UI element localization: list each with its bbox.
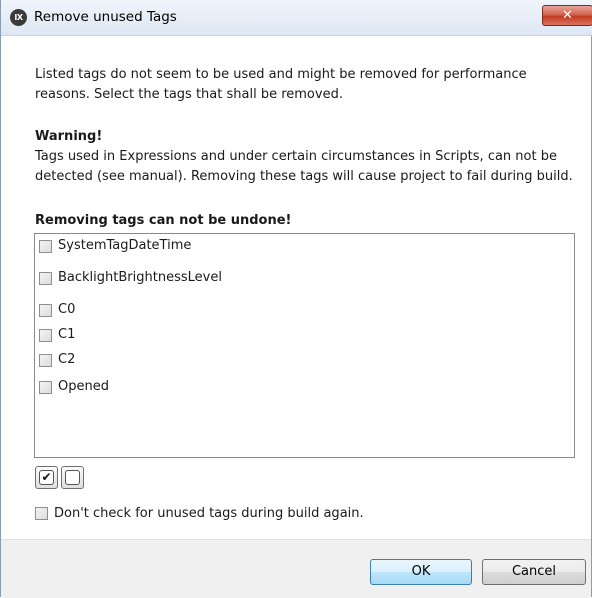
tag-checkbox[interactable] <box>39 303 52 317</box>
check-all-icon: ✔ <box>39 470 54 485</box>
remove-unused-tags-dialog: IX Remove unused Tags ✕ Listed tags do n… <box>0 0 592 598</box>
dont-check-label: Don't check for unused tags during build… <box>54 505 364 521</box>
tag-label: SystemTagDateTime <box>58 238 192 253</box>
button-bar: OK Cancel <box>1 539 591 598</box>
check-all-button[interactable]: ✔ <box>35 466 58 489</box>
warning-text: Tags used in Expressions and under certa… <box>35 149 573 184</box>
dont-check-checkbox[interactable] <box>35 506 48 520</box>
tag-checkbox[interactable] <box>39 239 52 253</box>
ok-button[interactable]: OK <box>370 559 472 585</box>
description-text: Listed tags do not seem to be used and m… <box>35 67 527 102</box>
tag-label: C1 <box>58 327 76 342</box>
list-item[interactable]: SystemTagDateTime <box>39 236 191 256</box>
tag-label: C0 <box>58 302 76 317</box>
undo-warning: Removing tags can not be undone! <box>35 213 292 228</box>
tag-label: BacklightBrightnessLevel <box>58 270 222 285</box>
tag-checkbox[interactable] <box>39 353 52 367</box>
close-button[interactable]: ✕ <box>542 5 592 26</box>
uncheck-all-icon <box>65 470 80 485</box>
warning-title: Warning! <box>35 129 103 144</box>
tag-checkbox[interactable] <box>39 328 52 342</box>
list-item[interactable]: BacklightBrightnessLevel <box>39 268 222 288</box>
list-item[interactable]: C1 <box>39 325 75 345</box>
uncheck-all-button[interactable] <box>61 466 84 489</box>
list-item[interactable]: C2 <box>39 350 75 370</box>
app-logo-icon: IX <box>10 9 27 26</box>
tag-label: Opened <box>58 379 109 394</box>
tag-checkbox[interactable] <box>39 380 52 394</box>
dont-check-option[interactable]: Don't check for unused tags during build… <box>35 503 364 523</box>
tag-list[interactable]: SystemTagDateTime BacklightBrightnessLev… <box>34 233 575 458</box>
cancel-button[interactable]: Cancel <box>482 559 586 585</box>
window-title: Remove unused Tags <box>34 9 177 25</box>
title-bar[interactable]: IX Remove unused Tags ✕ <box>1 0 592 36</box>
tag-checkbox[interactable] <box>39 271 52 285</box>
list-item[interactable]: C0 <box>39 300 75 320</box>
tag-label: C2 <box>58 352 76 367</box>
list-item[interactable]: Opened <box>39 377 109 397</box>
